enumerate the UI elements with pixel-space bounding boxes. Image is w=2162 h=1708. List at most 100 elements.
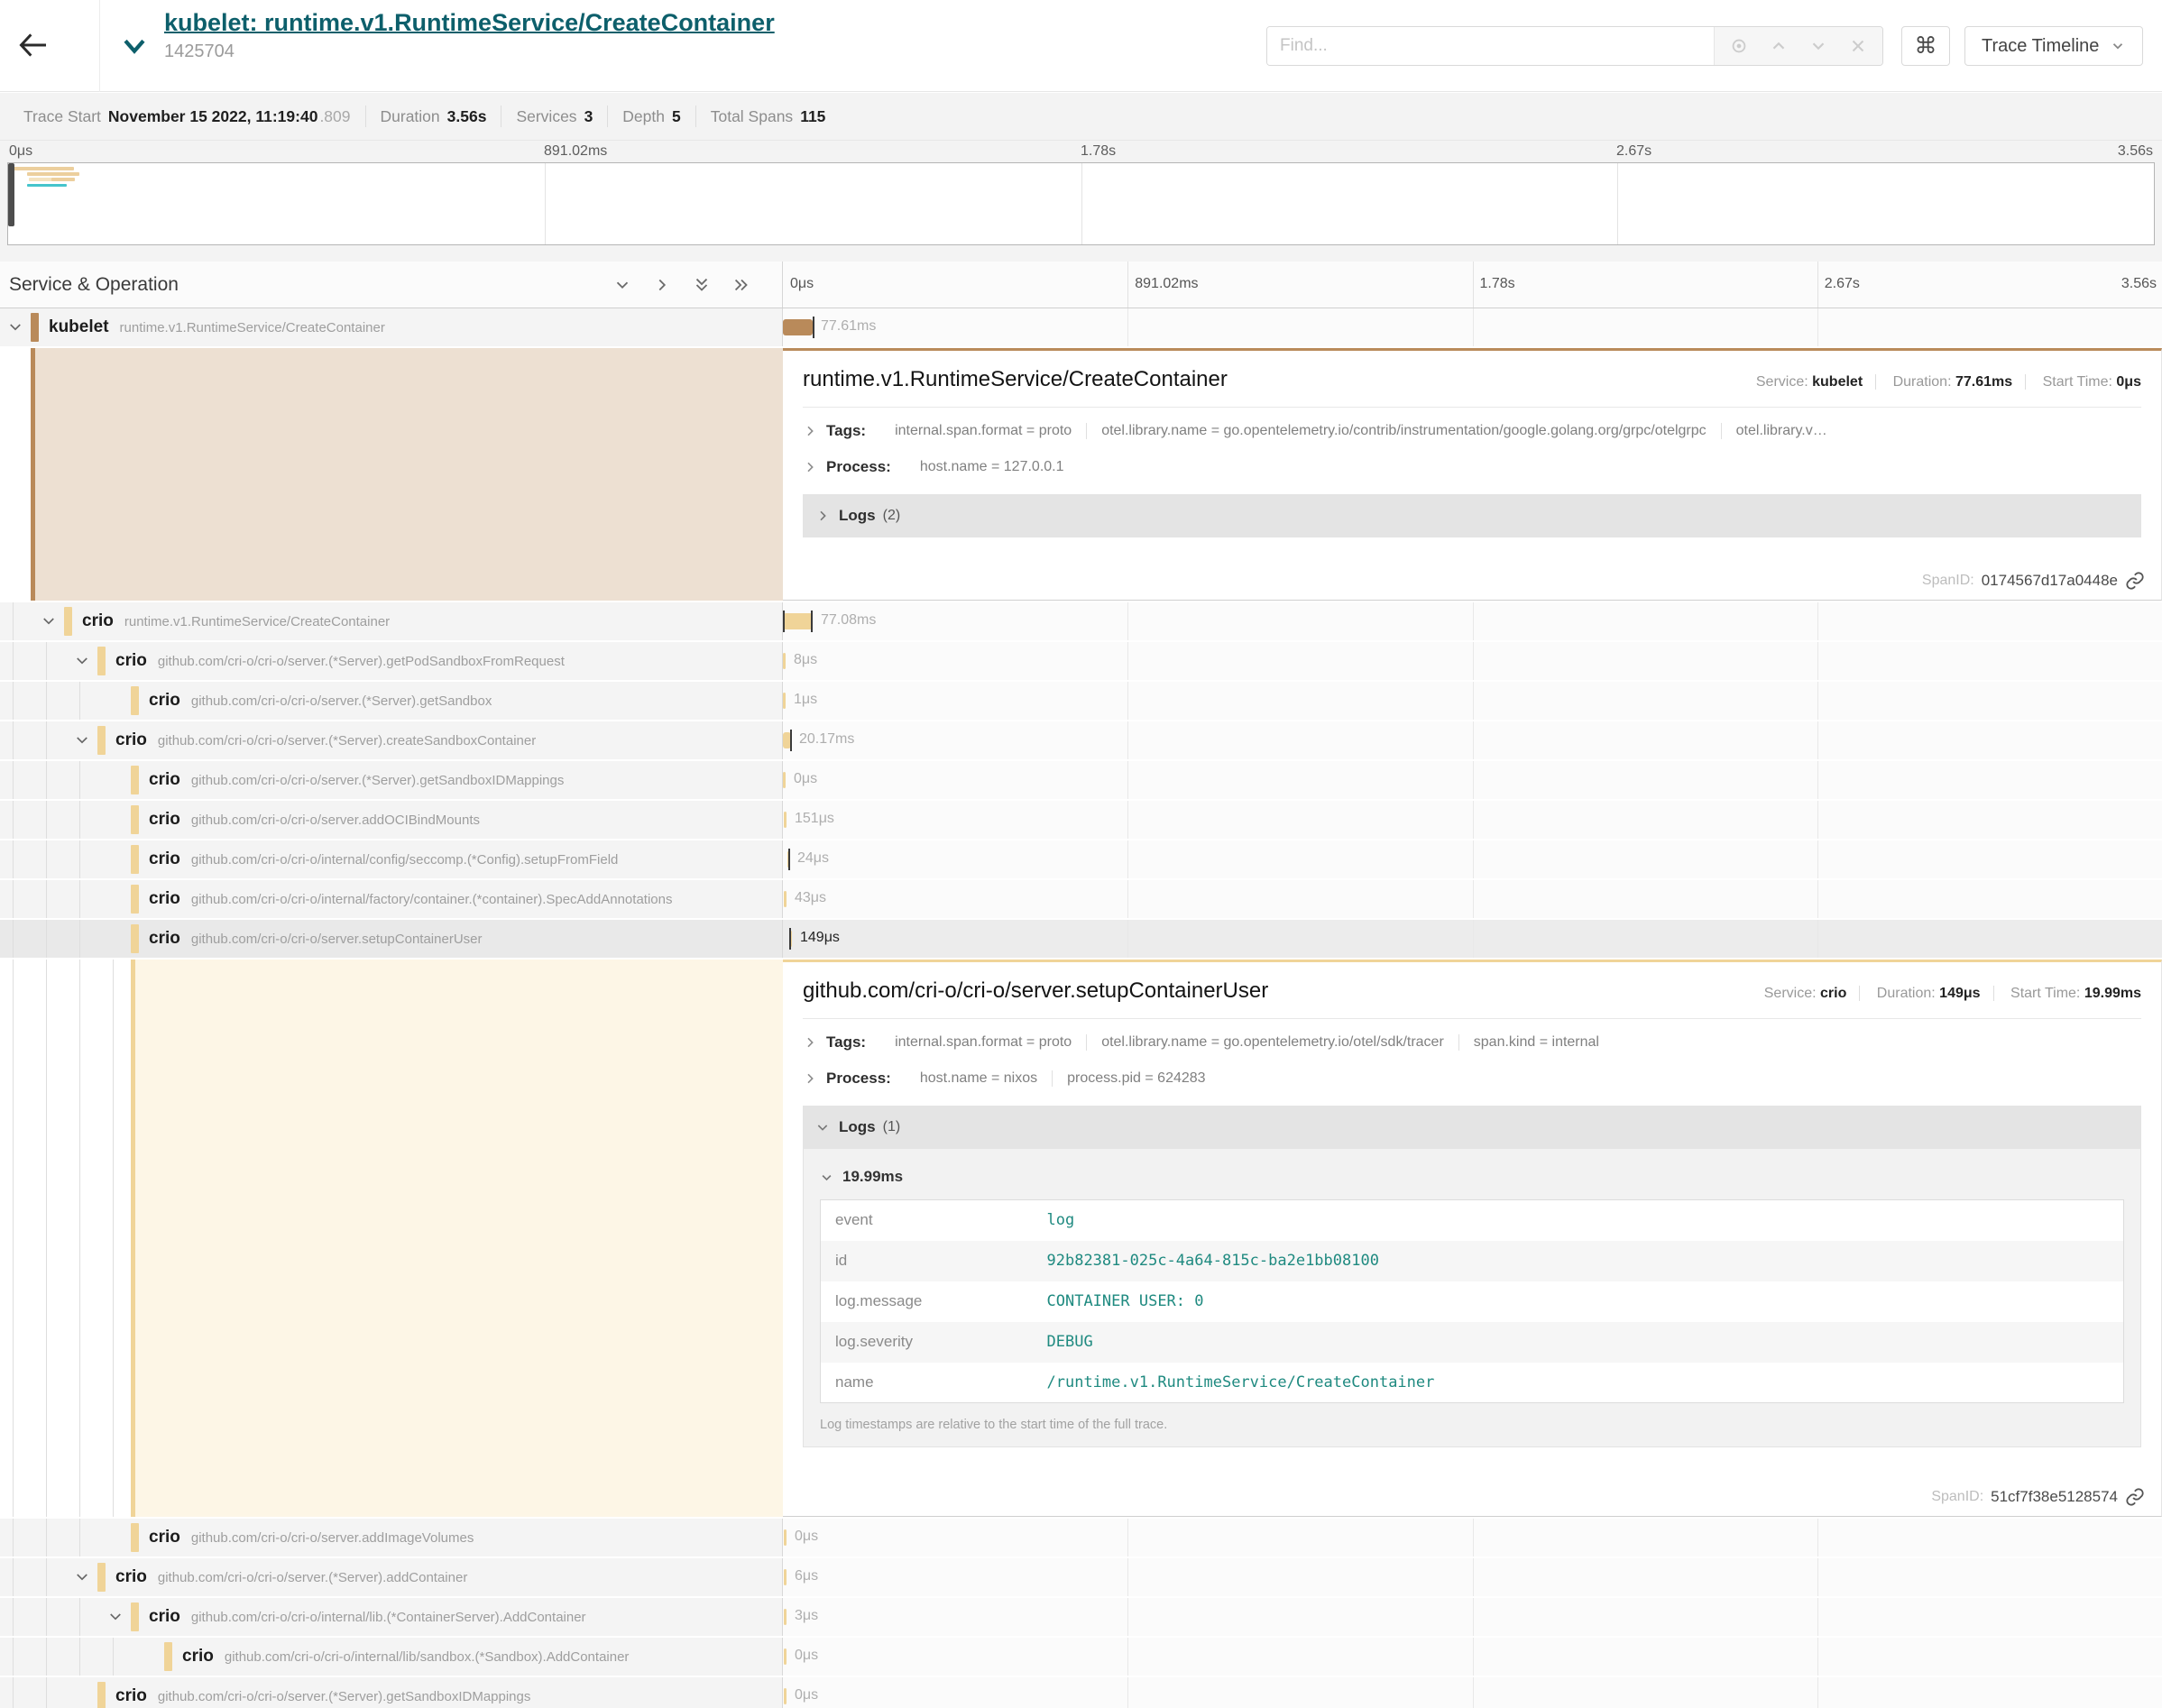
trace-view-select[interactable]: Trace Timeline	[1964, 26, 2143, 66]
back-arrow-icon[interactable]	[14, 27, 54, 67]
ruler-gridline	[1817, 262, 1818, 308]
expand-one-level-icon[interactable]	[612, 275, 632, 295]
span-name-cell[interactable]: crio github.com/cri-o/cri-o/server.(*Ser…	[0, 761, 783, 799]
span-name-cell[interactable]: crio github.com/cri-o/cri-o/server.(*Ser…	[0, 721, 783, 759]
indent-guide	[79, 801, 80, 839]
span-row[interactable]: crio github.com/cri-o/cri-o/server.(*Ser…	[0, 1558, 2162, 1596]
logs-toggle[interactable]: Logs (2)	[803, 494, 2141, 537]
match-highlight-icon[interactable]	[1729, 36, 1749, 56]
log-field-row: log.severityDEBUG	[821, 1322, 2124, 1363]
span-timeline-cell[interactable]: 43μs	[783, 880, 2162, 918]
collapse-trace-chevron-icon[interactable]	[119, 31, 150, 61]
span-name-cell[interactable]: crio github.com/cri-o/cri-o/server.(*Ser…	[0, 1558, 783, 1596]
span-row[interactable]: crio github.com/cri-o/cri-o/server.(*Ser…	[0, 1677, 2162, 1708]
span-row[interactable]: crio github.com/cri-o/cri-o/internal/con…	[0, 840, 2162, 878]
chevron-down-icon[interactable]	[74, 1569, 90, 1585]
span-timeline-cell[interactable]: 0μs	[783, 1519, 2162, 1556]
span-row[interactable]: crio github.com/cri-o/cri-o/internal/lib…	[0, 1638, 2162, 1676]
span-name-cell[interactable]: crio github.com/cri-o/cri-o/server.(*Ser…	[0, 682, 783, 720]
collapse-one-level-icon[interactable]	[652, 275, 672, 295]
tags-toggle[interactable]: Tags: internal.span.format = proto otel.…	[803, 413, 2141, 449]
span-detail-title: runtime.v1.RuntimeService/CreateContaine…	[803, 367, 1228, 392]
span-name-cell[interactable]: crio github.com/cri-o/cri-o/server.addOC…	[0, 801, 783, 839]
span-name-cell[interactable]: crio github.com/cri-o/cri-o/server.setup…	[0, 920, 783, 958]
span-bar[interactable]	[783, 613, 813, 629]
span-name-cell[interactable]: crio runtime.v1.RuntimeService/CreateCon…	[0, 602, 783, 640]
expand-all-icon[interactable]	[692, 275, 712, 295]
minimap-canvas[interactable]	[7, 162, 2155, 245]
span-name-cell[interactable]: crio github.com/cri-o/cri-o/server.(*Ser…	[0, 1677, 783, 1708]
span-name-cell[interactable]: crio github.com/cri-o/cri-o/internal/lib…	[0, 1598, 783, 1636]
span-name-cell[interactable]: crio github.com/cri-o/cri-o/server.(*Ser…	[0, 642, 783, 680]
clear-find-icon[interactable]	[1848, 36, 1868, 56]
span-name-cell[interactable]: crio github.com/cri-o/cri-o/internal/con…	[0, 840, 783, 878]
copy-link-icon[interactable]	[2125, 571, 2145, 591]
span-row[interactable]: crio github.com/cri-o/cri-o/server.(*Ser…	[0, 682, 2162, 720]
collapse-all-icon[interactable]	[731, 275, 751, 295]
span-row[interactable]: crio github.com/cri-o/cri-o/server.setup…	[0, 920, 2162, 958]
span-duration-label: 0μs	[795, 1529, 818, 1545]
span-bar[interactable]	[784, 1569, 787, 1585]
span-bar[interactable]	[783, 319, 813, 335]
span-timeline-cell[interactable]: 77.08ms	[783, 602, 2162, 640]
span-bar[interactable]	[784, 1609, 787, 1625]
tags-toggle[interactable]: Tags: internal.span.format = proto otel.…	[803, 1024, 2141, 1061]
chevron-down-icon[interactable]	[7, 319, 23, 335]
span-duration-label: 24μs	[797, 850, 829, 867]
span-row[interactable]: crio github.com/cri-o/cri-o/server.(*Ser…	[0, 721, 2162, 759]
span-timeline-cell[interactable]: 0μs	[783, 761, 2162, 799]
span-row[interactable]: crio github.com/cri-o/cri-o/server.(*Ser…	[0, 642, 2162, 680]
chevron-down-icon[interactable]	[74, 653, 90, 669]
copy-link-icon[interactable]	[2125, 1487, 2145, 1507]
span-bar[interactable]	[784, 1529, 787, 1546]
span-bar[interactable]	[783, 653, 786, 669]
span-timeline-cell[interactable]: 1μs	[783, 682, 2162, 720]
service-name: crio	[149, 810, 180, 830]
span-name-cell[interactable]: kubelet runtime.v1.RuntimeService/Create…	[0, 308, 783, 346]
span-timeline-cell[interactable]: 149μs	[783, 920, 2162, 958]
span-timeline-cell[interactable]: 20.17ms	[783, 721, 2162, 759]
detail-duration: Duration: 149μs	[1864, 986, 1994, 1001]
timeline-gridline	[1817, 840, 1818, 878]
prev-match-icon[interactable]	[1769, 36, 1789, 56]
span-row[interactable]: crio github.com/cri-o/cri-o/internal/fac…	[0, 880, 2162, 918]
span-timeline-cell[interactable]: 8μs	[783, 642, 2162, 680]
span-row[interactable]: crio github.com/cri-o/cri-o/server.(*Ser…	[0, 761, 2162, 799]
span-timeline-cell[interactable]: 77.61ms	[783, 308, 2162, 346]
span-name-cell[interactable]: crio github.com/cri-o/cri-o/server.addIm…	[0, 1519, 783, 1556]
indent-guide	[79, 1598, 80, 1636]
next-match-icon[interactable]	[1808, 36, 1828, 56]
minimap-scrubber-handle[interactable]	[8, 163, 14, 226]
span-row[interactable]: kubelet runtime.v1.RuntimeService/Create…	[0, 308, 2162, 346]
span-bar[interactable]	[784, 891, 787, 907]
span-timeline-cell[interactable]: 6μs	[783, 1558, 2162, 1596]
log-entry-toggle[interactable]: 19.99ms	[820, 1163, 2124, 1190]
find-input[interactable]	[1267, 27, 1714, 65]
span-timeline-cell[interactable]: 151μs	[783, 801, 2162, 839]
span-timeline-cell[interactable]: 3μs	[783, 1598, 2162, 1636]
chevron-down-icon[interactable]	[107, 1609, 124, 1625]
span-row[interactable]: crio github.com/cri-o/cri-o/internal/lib…	[0, 1598, 2162, 1636]
span-row[interactable]: crio github.com/cri-o/cri-o/server.addIm…	[0, 1519, 2162, 1556]
span-bar[interactable]	[784, 1688, 787, 1704]
trace-title-link[interactable]: kubelet: runtime.v1.RuntimeService/Creat…	[164, 9, 775, 37]
span-row[interactable]: crio runtime.v1.RuntimeService/CreateCon…	[0, 602, 2162, 640]
span-timeline-cell[interactable]: 24μs	[783, 840, 2162, 878]
chevron-down-icon[interactable]	[41, 613, 57, 629]
span-timeline-cell[interactable]: 0μs	[783, 1638, 2162, 1676]
trace-minimap: 0μs 891.02ms 1.78s 2.67s 3.56s	[0, 141, 2162, 262]
chevron-down-icon[interactable]	[74, 732, 90, 748]
span-bar[interactable]	[783, 772, 786, 788]
logs-toggle[interactable]: Logs (1)	[803, 1106, 2141, 1149]
keyboard-shortcuts-button[interactable]: ⌘	[1901, 26, 1950, 66]
process-toggle[interactable]: Process: host.name = nixos process.pid =…	[803, 1061, 2141, 1097]
operation-name: github.com/cri-o/cri-o/server.(*Server).…	[158, 654, 565, 669]
process-toggle[interactable]: Process: host.name = 127.0.0.1	[803, 449, 2141, 485]
span-bar[interactable]	[784, 1648, 787, 1665]
span-bar[interactable]	[784, 812, 787, 828]
span-bar[interactable]	[783, 693, 786, 709]
span-timeline-cell[interactable]: 0μs	[783, 1677, 2162, 1708]
span-name-cell[interactable]: crio github.com/cri-o/cri-o/internal/fac…	[0, 880, 783, 918]
span-row[interactable]: crio github.com/cri-o/cri-o/server.addOC…	[0, 801, 2162, 839]
span-name-cell[interactable]: crio github.com/cri-o/cri-o/internal/lib…	[0, 1638, 783, 1676]
